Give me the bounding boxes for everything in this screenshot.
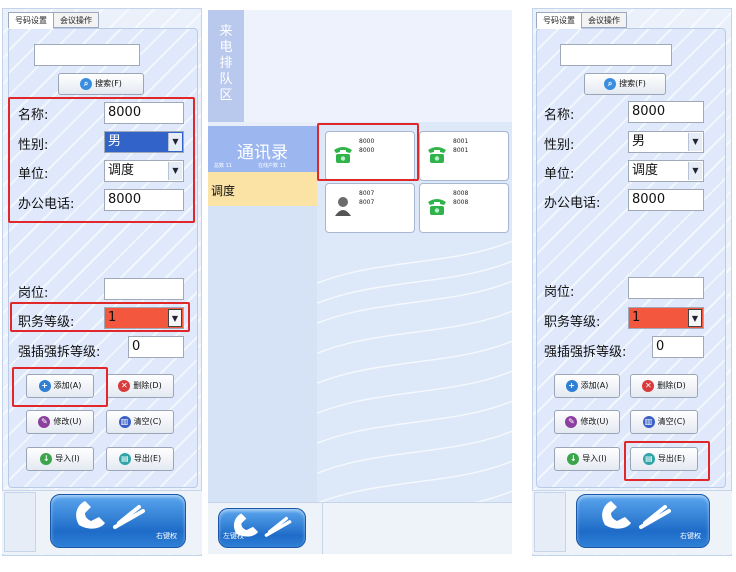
green-phone-icon: [428, 147, 446, 163]
override-label: 强插强拆等级:: [544, 345, 627, 360]
unit-select[interactable]: 调度 ▼: [628, 160, 704, 182]
export-button[interactable]: ▤ 导出(E): [630, 447, 698, 471]
export-icon: ▤: [118, 453, 131, 465]
incoming-queue: 来电排队区: [208, 10, 244, 122]
contact-card[interactable]: 8008 8008: [419, 183, 509, 233]
export-icon: ▤: [642, 453, 655, 465]
chevron-down-icon[interactable]: ▼: [688, 162, 702, 180]
chevron-down-icon[interactable]: ▼: [168, 162, 182, 180]
post-field[interactable]: [104, 278, 184, 300]
contacts-body: [208, 206, 317, 502]
tab-number-settings[interactable]: 号码设置: [536, 12, 582, 29]
tab-meeting-ops[interactable]: 会议操作: [581, 12, 627, 28]
tab-meeting-ops[interactable]: 会议操作: [53, 12, 99, 28]
handset-icon: [602, 501, 671, 529]
right-bottom-slot: [534, 492, 566, 552]
override-level-field[interactable]: 0: [652, 336, 704, 358]
export-button[interactable]: ▤ 导出(E): [106, 447, 174, 471]
clear-button[interactable]: ▥ 清空(C): [106, 410, 174, 434]
trash-icon: ▥: [642, 416, 655, 428]
search-input[interactable]: [560, 44, 672, 66]
trash-icon: ▥: [118, 416, 131, 428]
queue-title: 来电排队区: [219, 24, 233, 103]
post-label: 岗位:: [18, 286, 49, 301]
phone-label: 办公电话:: [18, 197, 75, 212]
right-tab-bar: 号码设置 会议操作: [536, 12, 627, 29]
search-icon: ⌕: [80, 78, 93, 90]
left-bottom-slot: [4, 492, 36, 552]
contact-card[interactable]: 8007 8007: [325, 183, 415, 233]
rank-label: 职务等级:: [18, 315, 75, 330]
contact-card[interactable]: 8001 8001: [419, 131, 509, 181]
green-phone-icon: [428, 199, 446, 215]
contacts-total: 总数 11: [214, 163, 232, 169]
contacts-title: 通讯录: [237, 143, 288, 163]
contacts-online: 在线户数 11: [258, 163, 286, 169]
override-level-field[interactable]: 0: [128, 336, 184, 358]
import-button[interactable]: ↓ 导入(I): [26, 447, 94, 471]
left-handset-button[interactable]: 左键权: [218, 508, 306, 548]
plus-icon: +: [38, 380, 51, 392]
name-label: 名称:: [544, 108, 575, 123]
office-phone-field[interactable]: 8000: [628, 189, 704, 211]
name-field[interactable]: 8000: [104, 102, 184, 124]
name-label: 名称:: [18, 108, 49, 123]
chevron-down-icon[interactable]: ▼: [688, 309, 702, 327]
chevron-down-icon[interactable]: ▼: [168, 133, 182, 151]
green-phone-icon: [334, 147, 352, 163]
search-button[interactable]: ⌕ 搜索(F): [58, 73, 144, 95]
import-icon: ↓: [40, 453, 53, 465]
post-label: 岗位:: [544, 285, 575, 300]
unit-label: 单位:: [18, 167, 49, 182]
chevron-down-icon[interactable]: ▼: [168, 309, 182, 327]
left-tab-bar: 号码设置 会议操作: [8, 12, 99, 29]
delete-button[interactable]: ✕ 删除(D): [106, 374, 174, 398]
chevron-down-icon[interactable]: ▼: [688, 133, 702, 151]
gender-label: 性别:: [544, 138, 575, 153]
search-button[interactable]: ⌕ 搜索(F): [584, 73, 666, 95]
clear-button[interactable]: ▥ 清空(C): [630, 410, 698, 434]
contact-group-item[interactable]: 调度: [208, 172, 317, 206]
import-button[interactable]: ↓ 导入(I): [554, 447, 620, 471]
rank-select[interactable]: 1 ▼: [104, 307, 184, 329]
gender-select[interactable]: 男 ▼: [628, 131, 704, 153]
right-handset-button[interactable]: 右键权: [50, 494, 186, 548]
import-icon: ↓: [567, 453, 580, 465]
contacts-panel: 通讯录 总数 11 在线户数 11 调度: [208, 126, 317, 206]
gender-label: 性别:: [18, 138, 49, 153]
search-icon: ⌕: [604, 78, 617, 90]
delete-icon: ✕: [118, 380, 131, 392]
add-button[interactable]: + 添加(A): [554, 374, 620, 398]
gender-select[interactable]: 男 ▼: [104, 131, 184, 153]
office-phone-field[interactable]: 8000: [104, 189, 184, 211]
contact-card[interactable]: 8000 8000: [325, 131, 415, 181]
override-label: 强插强拆等级:: [18, 345, 101, 360]
right-handset-button[interactable]: 右键权: [576, 494, 710, 548]
phone-label: 办公电话:: [544, 196, 601, 211]
post-field[interactable]: [628, 277, 704, 299]
add-button[interactable]: + 添加(A): [26, 374, 94, 398]
unit-label: 单位:: [544, 167, 575, 182]
unit-select[interactable]: 调度 ▼: [104, 160, 184, 182]
modify-button[interactable]: ✎ 修改(U): [554, 410, 620, 434]
modify-button[interactable]: ✎ 修改(U): [26, 410, 94, 434]
plus-icon: +: [565, 380, 578, 392]
search-input[interactable]: [34, 44, 140, 66]
edit-icon: ✎: [565, 416, 578, 428]
delete-icon: ✕: [642, 380, 655, 392]
handset-icon: [76, 501, 145, 529]
queue-area: [244, 10, 512, 122]
edit-icon: ✎: [38, 416, 51, 428]
rank-select[interactable]: 1 ▼: [628, 307, 704, 329]
middle-bottom-divider: [322, 502, 323, 554]
tab-number-settings[interactable]: 号码设置: [8, 12, 54, 29]
person-icon: [335, 197, 351, 216]
delete-button[interactable]: ✕ 删除(D): [630, 374, 698, 398]
rank-label: 职务等级:: [544, 315, 601, 330]
name-field[interactable]: 8000: [628, 101, 704, 123]
